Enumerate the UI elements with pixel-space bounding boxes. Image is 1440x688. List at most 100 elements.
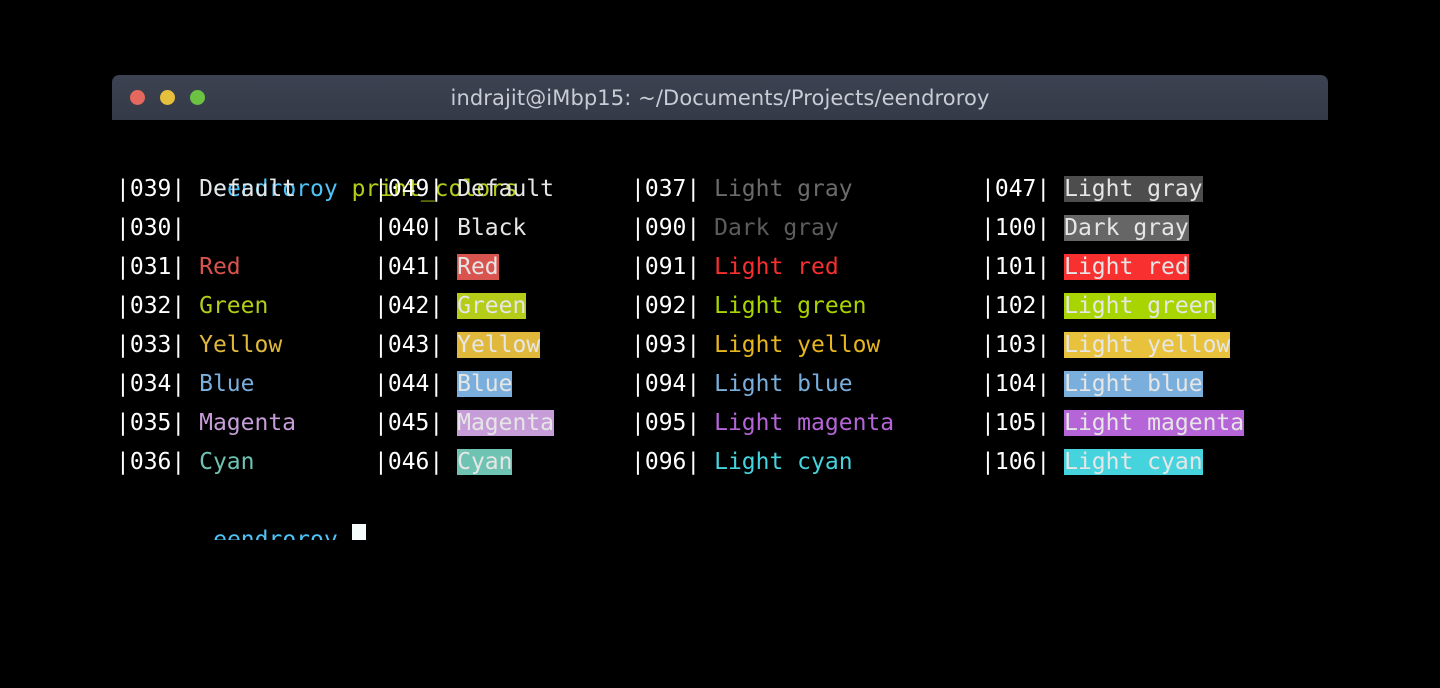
color-cell-background-normal: |041| Red [374,248,499,287]
color-row: |032| Green |042| Green |092| Light green |… [112,287,1328,326]
color-row: |036| Cyan |046| Cyan |096| Light cyan |106… [112,443,1328,482]
color-label: Light magenta [1064,410,1245,436]
color-row: |034| Blue |044| Blue |094| Light blue |104… [112,365,1328,404]
color-cell-foreground-bright: |092| Light green [631,287,866,326]
color-row: |031| Red |041| Red |091| Light red |101| L… [112,248,1328,287]
color-cell-foreground-bright: |037| Light gray [631,170,853,209]
color-label: Light gray [1064,176,1203,202]
color-code: |104| [981,371,1065,397]
color-table: |039| Default |049| Default |037| Light gr… [112,170,1328,482]
color-label: Cyan [199,449,255,475]
color-code: |102| [981,293,1065,319]
terminal-body[interactable]: eendroroy print_colors |039| Default |049… [112,120,1328,540]
color-code: |094| [631,371,715,397]
color-label: Default [457,176,555,202]
color-code: |044| [374,371,458,397]
color-row: |030| |040| Black |090| Dark gray |100| Da… [112,209,1328,248]
color-cell-foreground-bright: |094| Light blue [631,365,853,404]
color-cell-foreground-normal: |030| [116,209,199,248]
minimize-button[interactable] [160,90,175,105]
color-cell-foreground-normal: |032| Green [116,287,268,326]
color-label: Default [199,176,297,202]
color-label: Green [457,293,527,319]
color-label: Magenta [199,410,297,436]
color-cell-foreground-bright: |095| Light magenta [631,404,894,443]
color-cell-foreground-normal: |031| Red [116,248,241,287]
color-label: Red [457,254,499,280]
color-cell-foreground-bright: |090| Dark gray [631,209,839,248]
color-code: |040| [374,215,458,241]
color-label: Magenta [457,410,555,436]
color-code: |100| [981,215,1065,241]
color-label: Light yellow [714,332,881,358]
color-cell-background-normal: |046| Cyan [374,443,513,482]
color-row: |033| Yellow |043| Yellow |093| Light yell… [112,326,1328,365]
color-label: Red [199,254,241,280]
color-cell-foreground-normal: |033| Yellow [116,326,282,365]
color-code: |030| [116,215,200,241]
text-cursor [351,524,366,540]
color-label: Light green [1064,293,1217,319]
color-label: Cyan [457,449,513,475]
color-cell-foreground-normal: |039| Default [116,170,296,209]
color-label: Light green [714,293,867,319]
color-cell-background-normal: |045| Magenta [374,404,555,443]
color-cell-foreground-normal: |034| Blue [116,365,254,404]
color-cell-background-bright: |101| Light red [981,248,1189,287]
title-bar[interactable]: indrajit@iMbp15: ~/Documents/Projects/ee… [112,75,1328,120]
color-code: |041| [374,254,458,280]
prompt-line-top: eendroroy print_colors [130,131,518,202]
color-code: |035| [116,410,200,436]
color-label: Dark gray [714,215,839,241]
color-label: Yellow [457,332,541,358]
color-label: Light blue [1064,371,1203,397]
color-cell-foreground-normal: |035| Magenta [116,404,296,443]
color-label: Light red [714,254,839,280]
color-label: Black [457,215,527,241]
color-cell-background-bright: |103| Light yellow [981,326,1231,365]
color-label: Light cyan [1064,449,1203,475]
window-title: indrajit@iMbp15: ~/Documents/Projects/ee… [450,85,990,110]
color-code: |043| [374,332,458,358]
color-code: |105| [981,410,1065,436]
color-label: Light gray [714,176,853,202]
color-cell-background-normal: |043| Yellow [374,326,541,365]
color-code: |042| [374,293,458,319]
color-label: Dark gray [1064,215,1189,241]
window-controls [130,75,205,120]
color-code: |093| [631,332,715,358]
color-code: |039| [116,176,200,202]
terminal-window[interactable]: indrajit@iMbp15: ~/Documents/Projects/ee… [112,75,1328,540]
color-code: |046| [374,449,458,475]
color-code: |037| [631,176,715,202]
color-cell-background-bright: |047| Light gray [981,170,1203,209]
color-code: |033| [116,332,200,358]
color-label: Green [199,293,269,319]
color-cell-background-normal: |040| Black [374,209,527,248]
color-cell-background-bright: |104| Light blue [981,365,1203,404]
color-cell-foreground-bright: |093| Light yellow [631,326,880,365]
prompt-line-bottom[interactable]: eendroroy [130,482,366,540]
color-cell-foreground-bright: |096| Light cyan [631,443,853,482]
color-code: |034| [116,371,200,397]
color-label: Light red [1064,254,1189,280]
color-code: |032| [116,293,200,319]
color-cell-background-normal: |042| Green [374,287,527,326]
prompt-user: eendroroy [213,527,338,540]
maximize-button[interactable] [190,90,205,105]
color-code: |095| [631,410,715,436]
color-code: |091| [631,254,715,280]
color-code: |096| [631,449,715,475]
color-cell-background-bright: |102| Light green [981,287,1217,326]
color-row: |039| Default |049| Default |037| Light gr… [112,170,1328,209]
color-cell-background-bright: |105| Light magenta [981,404,1245,443]
close-button[interactable] [130,90,145,105]
color-label: Light yellow [1064,332,1231,358]
color-label: Light blue [714,371,853,397]
color-label: Yellow [199,332,283,358]
color-code: |103| [981,332,1065,358]
color-code: |031| [116,254,200,280]
color-row: |035| Magenta |045| Magenta |095| Light ma… [112,404,1328,443]
color-code: |036| [116,449,200,475]
